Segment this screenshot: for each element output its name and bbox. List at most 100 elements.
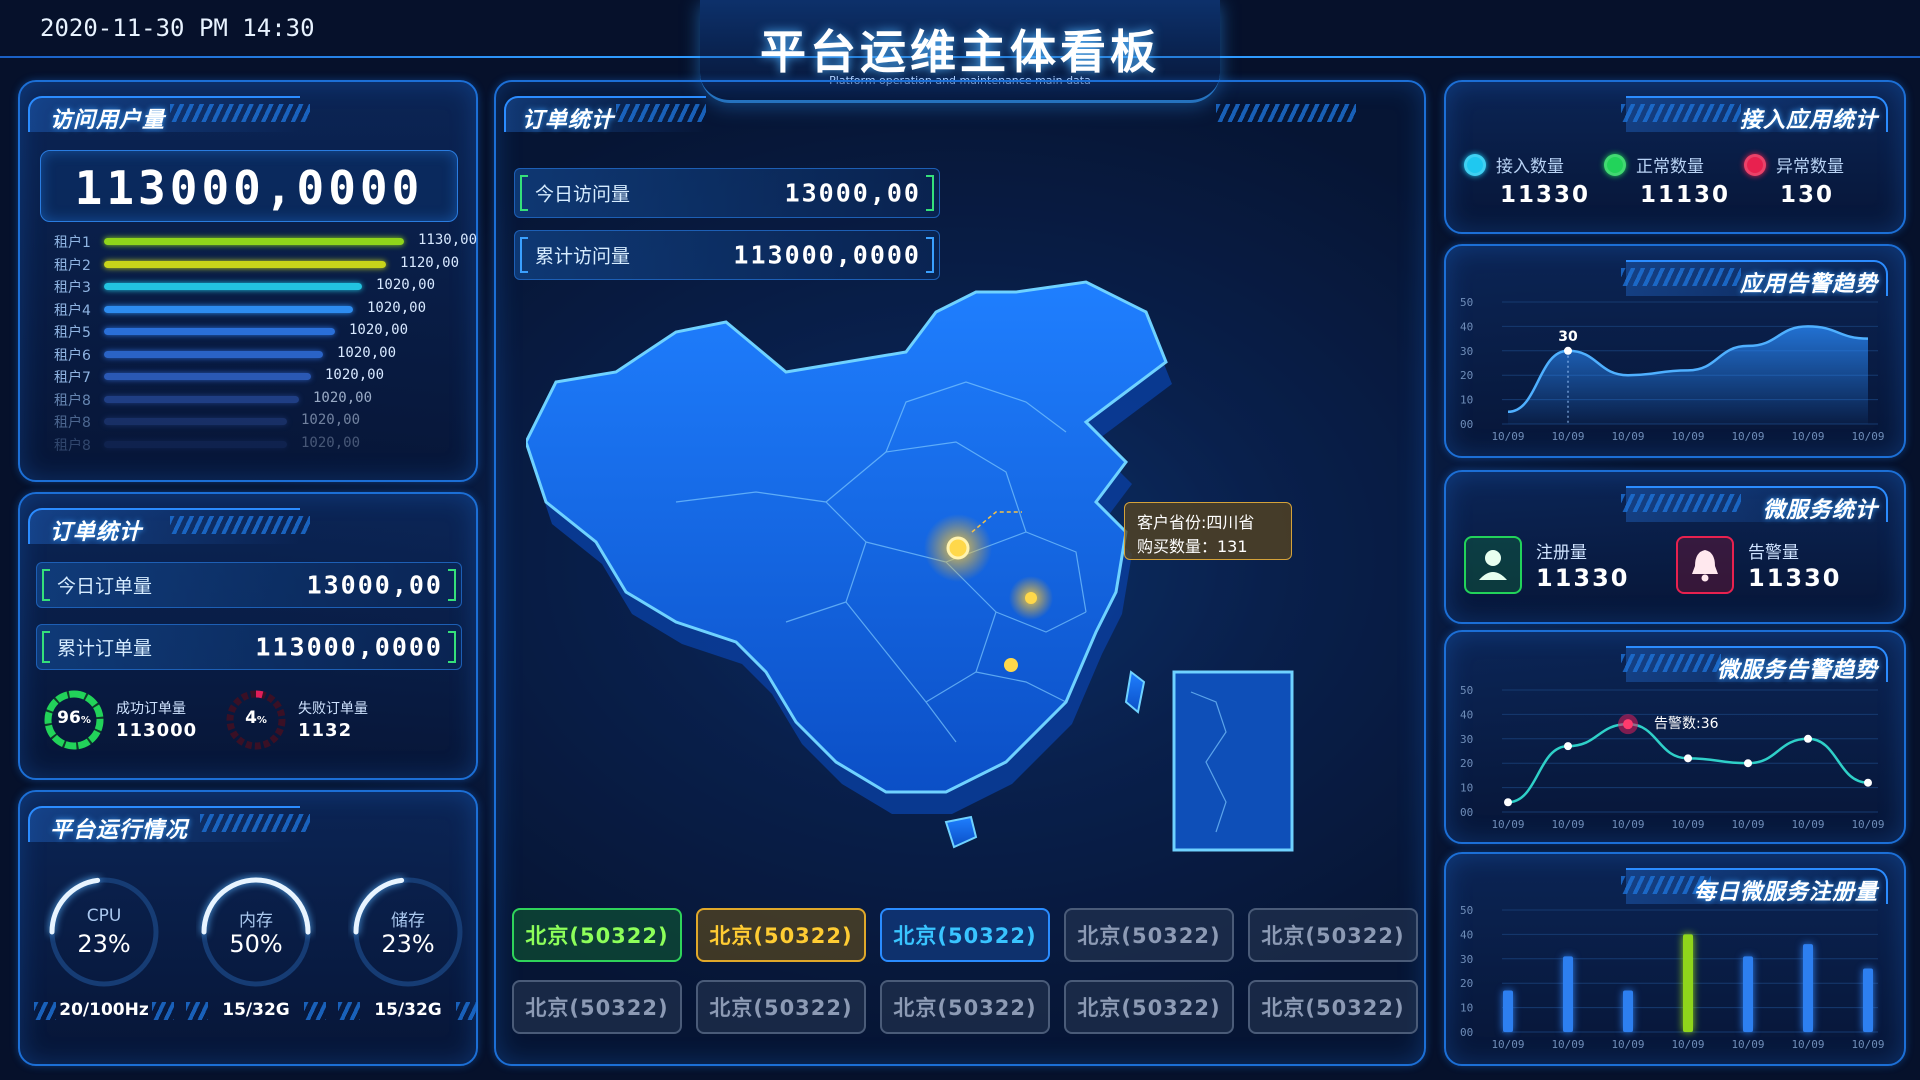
x-tick: 10/09 (1791, 818, 1824, 831)
title-stripes (1621, 268, 1741, 286)
tenant-row: 租户3 1020,00 (20, 277, 476, 297)
tooltip-province: 客户省份:四川省 (1137, 513, 1255, 532)
tenant-label: 租户8 (54, 392, 91, 409)
tenant-row: 租户6 1020,00 (20, 345, 476, 365)
bar[interactable] (1683, 934, 1693, 1032)
data-point[interactable] (1864, 778, 1872, 787)
visits-total-box: 113000,0000 (40, 150, 458, 222)
y-tick: 40 (1460, 320, 1473, 333)
y-tick: 00 (1460, 1026, 1473, 1039)
title-stripes (200, 814, 310, 832)
x-tick: 10/09 (1671, 430, 1704, 443)
city-tag[interactable]: 北京(50322) (512, 980, 682, 1034)
data-point[interactable] (1804, 734, 1812, 743)
micro-title: 微服务统计 (1762, 498, 1878, 523)
city-tag[interactable]: 北京(50322) (1248, 908, 1418, 962)
tenant-label: 租户4 (54, 302, 91, 319)
alarm-value: 11330 (1748, 564, 1842, 592)
bar[interactable] (1743, 956, 1753, 1032)
highlight-label: 30 (1558, 329, 1578, 345)
tenant-label: 租户6 (54, 347, 91, 364)
map-hotspot-2[interactable] (1025, 592, 1037, 604)
gauge-value: 23% (381, 930, 435, 958)
data-point[interactable] (1564, 742, 1572, 751)
data-point[interactable] (1744, 759, 1752, 768)
today-orders-value: 13000,00 (306, 570, 443, 600)
gauge-sub-value: 15/32G (374, 1000, 442, 1020)
highlight-point[interactable] (1564, 346, 1572, 355)
x-tick: 10/09 (1671, 818, 1704, 831)
city-tag[interactable]: 北京(50322) (512, 908, 682, 962)
fail-label: 失败订单量 (298, 701, 368, 717)
city-tag[interactable]: 北京(50322) (696, 980, 866, 1034)
gauge-1: 内存 50% 15/32G (186, 872, 326, 1052)
alarm-label: 告警量 (1748, 543, 1799, 563)
tenant-row: 租户8 1020,00 (20, 390, 476, 410)
tenant-label: 租户1 (54, 235, 91, 251)
tenant-label: 租户5 (54, 325, 91, 341)
city-tag[interactable]: 北京(50322) (1064, 980, 1234, 1034)
gauge-value: 23% (77, 930, 131, 958)
title-stripes (1621, 654, 1721, 672)
tenant-list: 租户1 1130,00 租户2 1120,00 租户3 1020,00 租户4 1020,00… (20, 232, 477, 472)
user-icon (1464, 536, 1522, 594)
gauge-stripes-right (152, 1002, 174, 1020)
tenant-label: 租户2 (54, 257, 91, 274)
total-orders-box: 累计订单量 113000,0000 (36, 624, 462, 670)
bar[interactable] (1803, 944, 1813, 1032)
app-stat-label: 正常数量 (1636, 157, 1704, 177)
china-map[interactable] (526, 202, 1396, 962)
city-tag[interactable]: 北京(50322) (696, 908, 866, 962)
bar[interactable] (1863, 968, 1873, 1032)
success-value: 113000 (116, 720, 198, 741)
highlight-point[interactable] (1623, 719, 1633, 730)
x-tick: 10/09 (1731, 818, 1764, 831)
tenant-bar (104, 328, 335, 335)
today-orders-label: 今日订单量 (57, 575, 153, 598)
map-hotspot-3[interactable] (1004, 658, 1018, 672)
y-tick: 20 (1460, 369, 1473, 382)
map-taiwan (1124, 670, 1146, 714)
bar[interactable] (1623, 990, 1633, 1032)
data-point[interactable] (1504, 798, 1512, 807)
daily-panel: 每日微服务注册量 00 10 20 30 40 50 10/09 10/09 10/09 10/0… (1444, 852, 1906, 1066)
visits-title: 访问用户量 (50, 108, 166, 133)
tenant-label: 租户3 (54, 280, 91, 296)
x-tick: 10/09 (1551, 818, 1584, 831)
y-tick: 40 (1460, 708, 1473, 721)
map-hotspot-sichuan[interactable] (946, 536, 970, 560)
y-tick: 10 (1460, 1002, 1473, 1015)
x-tick: 10/09 (1671, 1038, 1704, 1051)
city-tag[interactable]: 北京(50322) (1064, 908, 1234, 962)
alert-trend-chart: 00 10 20 30 40 50 10/09 10/09 10/09 10/09 10/09 10/… (1460, 296, 1885, 443)
y-tick: 20 (1460, 977, 1473, 990)
tenant-bar (104, 395, 299, 403)
x-tick: 10/09 (1491, 818, 1524, 831)
tenant-row: 租户8 1020,00 (20, 435, 476, 455)
success-pct-unit: % (80, 715, 91, 726)
bracket-right (448, 631, 456, 663)
status-dot-icon (1604, 154, 1626, 176)
tenant-row: 租户5 1020,00 (20, 322, 476, 342)
bar[interactable] (1563, 956, 1573, 1032)
map-inset-south-sea (1172, 670, 1294, 852)
platform-title: 平台运行情况 (50, 818, 189, 843)
x-tick: 10/09 (1611, 1038, 1644, 1051)
data-point[interactable] (1684, 754, 1692, 763)
city-tag[interactable]: 北京(50322) (1248, 980, 1418, 1034)
center-title: 订单统计 (522, 108, 615, 133)
page-title: 平台运维主体看板 (760, 25, 1160, 79)
x-tick: 10/09 (1491, 430, 1524, 443)
y-tick: 30 (1460, 345, 1473, 358)
gauge-sub-value: 15/32G (222, 1000, 290, 1020)
x-tick: 10/09 (1791, 430, 1824, 443)
tenant-label: 租户8 (54, 415, 91, 431)
reg-label: 注册量 (1536, 543, 1587, 563)
city-tag[interactable]: 北京(50322) (880, 908, 1050, 962)
city-tag[interactable]: 北京(50322) (880, 980, 1050, 1034)
tenant-bar (104, 440, 287, 448)
apps-stats: 接入数量 11330 正常数量 11130 异常数量 130 (1446, 148, 1904, 218)
x-tick: 10/09 (1731, 430, 1764, 443)
app-stat-value: 11130 (1640, 182, 1731, 208)
bar[interactable] (1503, 990, 1513, 1032)
